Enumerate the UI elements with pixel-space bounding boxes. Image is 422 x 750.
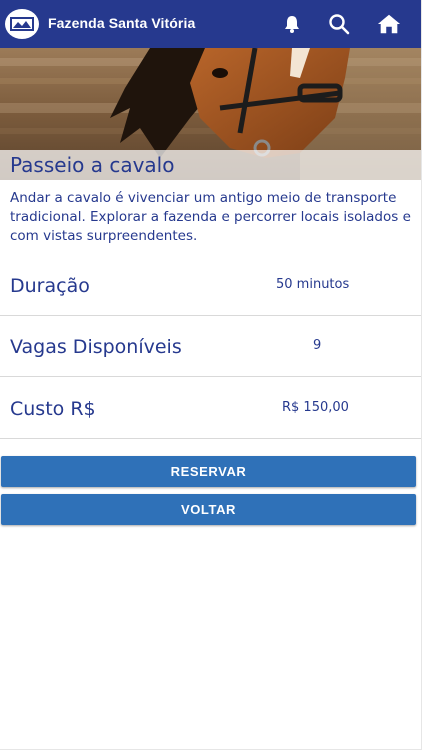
notifications-button[interactable] <box>280 12 304 36</box>
duration-label: Duração <box>10 275 90 297</box>
detail-row-duration: Duração 50 minutos <box>0 255 421 316</box>
home-button[interactable] <box>377 12 401 36</box>
search-button[interactable] <box>327 12 351 36</box>
hero-image: Passeio a cavalo <box>0 48 421 180</box>
app-bar: Fazenda Santa Vitória <box>0 0 421 48</box>
vacancies-value: 9 <box>313 338 322 353</box>
farm-logo-icon <box>10 17 34 31</box>
cost-value: R$ 150,00 <box>282 400 349 415</box>
duration-value: 50 minutos <box>276 277 350 292</box>
bell-icon <box>285 16 299 33</box>
cost-label: Custo R$ <box>10 398 96 420</box>
reserve-button[interactable]: RESERVAR <box>1 456 416 487</box>
home-icon <box>377 14 401 34</box>
detail-row-vacancies: Vagas Disponíveis 9 <box>0 316 421 377</box>
app-logo[interactable] <box>5 9 39 39</box>
screen: Fazenda Santa Vitória Passeio a cavalo A… <box>0 0 422 750</box>
activity-title: Passeio a cavalo <box>10 153 175 177</box>
back-button[interactable]: VOLTAR <box>1 494 416 525</box>
search-icon <box>329 14 350 35</box>
detail-row-cost: Custo R$ R$ 150,00 <box>0 378 421 439</box>
vacancies-label: Vagas Disponíveis <box>10 336 182 358</box>
activity-description: Andar a cavalo é vivenciar um antigo mei… <box>10 190 411 244</box>
app-title: Fazenda Santa Vitória <box>48 15 196 31</box>
